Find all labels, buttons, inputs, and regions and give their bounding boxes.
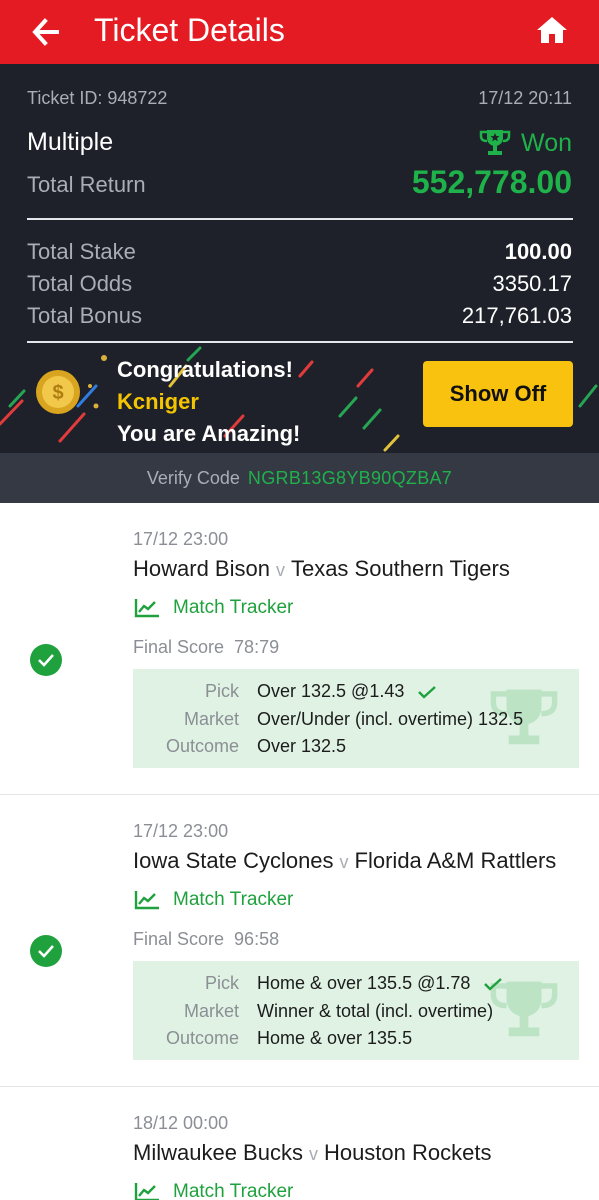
- match-date: 17/12 23:00: [133, 821, 229, 841]
- total-stake-value: 100.00: [504, 239, 572, 264]
- pick-value: Over 132.5 @1.43: [257, 678, 437, 705]
- outcome-row: Outcome Home & over 135.5: [133, 1025, 579, 1052]
- chart-line-icon: [134, 891, 159, 910]
- total-bonus-label: Total Bonus: [27, 303, 142, 328]
- divider: [27, 218, 573, 220]
- match-tracker-label: Match Tracker: [173, 1181, 294, 1200]
- pick-label: Pick: [204, 973, 239, 993]
- show-off-button[interactable]: Show Off: [423, 361, 573, 427]
- pick-details: Pick Over 132.5 @1.43 Market Over/Under …: [133, 669, 579, 768]
- home-icon: [537, 17, 567, 43]
- outcome-row: Outcome Over 132.5: [133, 733, 579, 760]
- versus-label: v: [308, 1144, 318, 1164]
- market-value: Over/Under (incl. overtime) 132.5: [257, 709, 524, 729]
- home-team: Milwaukee Bucks: [133, 1140, 303, 1165]
- market-row: Market Over/Under (incl. overtime) 132.5: [133, 706, 579, 733]
- final-score-value: 96:58: [234, 929, 280, 949]
- home-button[interactable]: [530, 10, 574, 50]
- away-team: Texas Southern Tigers: [290, 556, 510, 581]
- congrats-line3: You are Amazing!: [117, 421, 301, 446]
- match-teams: Iowa State Cyclones v Florida A&M Rattlers: [133, 848, 556, 874]
- versus-label: v: [339, 852, 349, 872]
- home-team: Howard Bison: [133, 556, 270, 581]
- check-icon: [30, 935, 62, 967]
- chart-line-icon: [134, 1183, 159, 1200]
- match-teams: Milwaukee Bucks v Houston Rockets: [133, 1140, 491, 1166]
- total-return-value: 552,778.00: [411, 164, 572, 200]
- match-date: 17/12 23:00: [133, 529, 229, 549]
- market-label: Market: [183, 1001, 239, 1021]
- congrats-username: Kcniger: [117, 389, 199, 414]
- total-odds-label: Total Odds: [27, 271, 133, 296]
- match-tracker-link[interactable]: Match Tracker: [133, 889, 293, 911]
- match-tracker-label: Match Tracker: [173, 597, 294, 618]
- bet-type: Multiple: [27, 128, 114, 156]
- congrats-message: Congratulations! Kcniger You are Amazing…: [117, 354, 300, 450]
- outcome-label: Outcome: [165, 1028, 239, 1048]
- status-text: Won: [521, 128, 572, 157]
- arrow-left-icon: [32, 18, 59, 46]
- away-team: Florida A&M Rattlers: [354, 848, 557, 873]
- verify-code-bar: Verify Code NGRB13G8YB90QZBA7: [0, 453, 599, 503]
- verify-label: Verify Code: [146, 467, 240, 488]
- total-bonus-value: 217,761.03: [461, 303, 572, 328]
- check-icon: [30, 644, 62, 676]
- pick-row: Pick Home & over 135.5 @1.78: [133, 970, 579, 997]
- total-odds-value: 3350.17: [492, 271, 572, 296]
- versus-label: v: [275, 560, 285, 580]
- trophy-icon: [479, 130, 511, 155]
- match-card: 18/12 00:00 Milwaukee Bucks v Houston Rock…: [0, 1087, 599, 1200]
- outcome-value: Over 132.5: [257, 736, 347, 756]
- pick-details: Pick Home & over 135.5 @1.78 Market Winn…: [133, 961, 579, 1060]
- status-badge: Won: [479, 128, 572, 158]
- verify-code[interactable]: NGRB13G8YB90QZBA7: [248, 468, 452, 489]
- page-title: Ticket Details: [94, 12, 285, 48]
- congrats-banner: $ Congratulations! Kcniger You are Amazi…: [0, 346, 599, 453]
- outcome-value: Home & over 135.5: [257, 1028, 413, 1048]
- home-team: Iowa State Cyclones: [133, 848, 334, 873]
- final-score: Final Score 78:79: [133, 637, 279, 658]
- pick-label: Pick: [204, 681, 239, 701]
- match-tracker-link[interactable]: Match Tracker: [133, 597, 293, 619]
- match-date: 18/12 00:00: [133, 1113, 229, 1133]
- final-score-label: Final Score: [133, 637, 225, 657]
- match-card: 17/12 23:00 Howard Bison v Texas Southern …: [0, 503, 599, 795]
- final-score-value: 78:79: [234, 637, 280, 657]
- pick-row: Pick Over 132.5 @1.43: [133, 678, 579, 705]
- divider: [27, 341, 573, 343]
- final-score-label: Final Score: [133, 929, 225, 949]
- match-card: 17/12 23:00 Iowa State Cyclones v Florida …: [0, 795, 599, 1087]
- total-return-label: Total Return: [27, 172, 146, 197]
- congrats-line1: Congratulations!: [117, 357, 293, 382]
- pick-value: Home & over 135.5 @1.78: [257, 970, 503, 997]
- market-row: Market Winner & total (incl. overtime): [133, 998, 579, 1025]
- total-stake-label: Total Stake: [27, 239, 136, 264]
- ticket-id: Ticket ID: 948722: [27, 88, 168, 108]
- ticket-summary: Ticket ID: 948722 17/12 20:11 Multiple W…: [0, 64, 599, 453]
- match-tracker-link[interactable]: Match Tracker: [133, 1181, 293, 1200]
- market-label: Market: [183, 709, 239, 729]
- final-score: Final Score 96:58: [133, 929, 279, 950]
- match-tracker-label: Match Tracker: [173, 889, 294, 910]
- ticket-datetime: 17/12 20:11: [478, 88, 572, 108]
- checkmark-icon: [418, 686, 437, 699]
- market-value: Winner & total (incl. overtime): [257, 1001, 494, 1021]
- away-team: Houston Rockets: [323, 1140, 492, 1165]
- match-teams: Howard Bison v Texas Southern Tigers: [133, 556, 510, 582]
- svg-text:$: $: [52, 382, 63, 404]
- app-header: Ticket Details: [0, 0, 599, 64]
- chart-line-icon: [134, 599, 159, 618]
- checkmark-icon: [484, 978, 503, 991]
- back-button[interactable]: [26, 12, 66, 52]
- outcome-label: Outcome: [165, 736, 239, 756]
